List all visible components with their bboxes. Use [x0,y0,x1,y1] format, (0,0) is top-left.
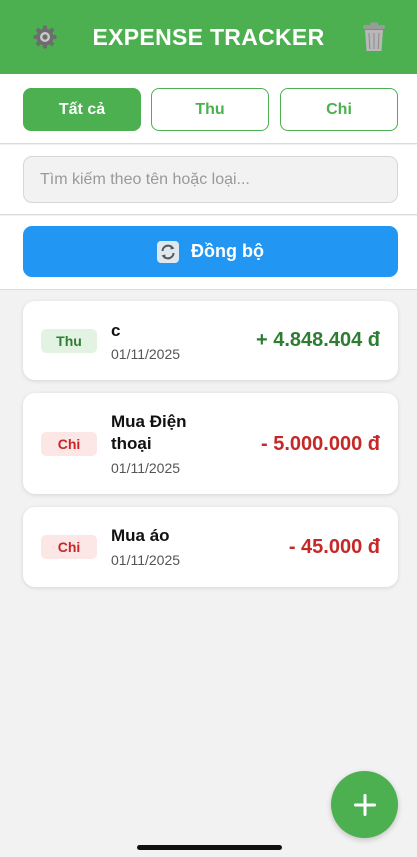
type-badge: Thu [41,329,97,353]
sync-label: Đồng bộ [191,241,264,261]
transaction-date: 01/11/2025 [111,552,181,568]
transaction-card[interactable]: Chi Mua áo 01/11/2025 - 45.000 đ [23,507,398,587]
sync-icon [157,240,179,263]
app-header: EXPENSE TRACKER [0,0,417,74]
sync-button[interactable]: Đồng bộ [23,226,398,277]
transaction-name: c [111,321,121,340]
filter-income-button[interactable]: Thu [151,88,269,131]
transaction-amount: - 45.000 đ [288,536,380,558]
add-transaction-button[interactable] [331,771,398,838]
transaction-amount: - 5.000.000 đ [261,433,380,455]
type-badge: Chi [41,432,97,456]
transaction-name: Mua áo [111,526,170,545]
sync-bar: Đồng bộ [0,216,417,290]
search-input[interactable] [23,156,398,203]
filter-bar: Tất cả Thu Chi [0,74,417,144]
search-bar [0,145,417,215]
type-badge: Chi [41,535,97,559]
transaction-amount: + 4.848.404 đ [256,329,380,351]
filter-all-button[interactable]: Tất cả [23,88,141,131]
transaction-name: Mua Điện thoại [111,412,187,453]
transaction-card[interactable]: Chi Mua Điện thoại 01/11/2025 - 5.000.00… [23,393,398,494]
transaction-card[interactable]: Thu c 01/11/2025 + 4.848.404 đ [23,301,398,380]
filter-expense-button[interactable]: Chi [280,88,398,131]
plus-icon [353,793,376,816]
transaction-date: 01/11/2025 [111,346,181,362]
transaction-date: 01/11/2025 [111,460,181,476]
home-indicator [137,845,282,850]
trash-icon[interactable] [359,22,389,52]
gear-icon[interactable] [30,22,60,52]
app-title: EXPENSE TRACKER [92,23,325,50]
